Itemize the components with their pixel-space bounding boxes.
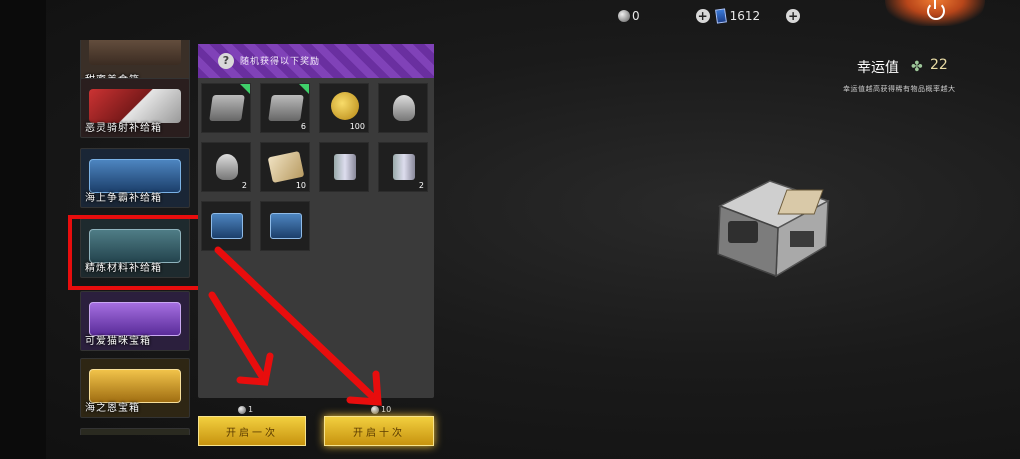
small-crate-gray-icon [209, 95, 245, 121]
clover-icon: ✤ [911, 59, 923, 75]
reward-slot[interactable]: 2 [378, 142, 428, 192]
crate-art [89, 159, 181, 193]
crate-label: 海上争霸补给箱 [85, 193, 162, 204]
coin-icon [371, 405, 379, 414]
reward-slot[interactable] [378, 83, 428, 133]
coin-amount: 0 [632, 9, 640, 23]
small-crate-gray-icon [268, 95, 304, 121]
left-edge [0, 0, 46, 459]
crate-item-cute-cat[interactable]: 可爱猫咪宝箱 [80, 291, 190, 351]
selection-highlight-box [68, 215, 205, 290]
crate-art [89, 89, 181, 123]
eye-tag-icon [216, 154, 238, 180]
add-currency-plus-button[interactable]: + [786, 9, 801, 23]
crate-item-partial[interactable] [80, 428, 190, 435]
reward-panel: ? 随机获得以下奖励 6 100 2 10 2 [198, 44, 434, 398]
reward-slot[interactable] [201, 83, 251, 133]
open-ten-cost: 10 [371, 405, 391, 414]
blue-crate-icon [270, 213, 302, 239]
reward-slot[interactable]: 6 [260, 83, 310, 133]
reward-slot[interactable]: 100 [319, 83, 369, 133]
luck-value: 22 [930, 57, 948, 73]
power-icon[interactable] [927, 0, 945, 20]
crate-item-sea-battle[interactable]: 海上争霸补给箱 [80, 148, 190, 208]
dog-tag-icon [393, 95, 415, 121]
gold-coins-icon [331, 92, 359, 120]
crate-preview [717, 180, 830, 278]
silver-can-icon [393, 154, 415, 180]
crate-label: 海之恩宝箱 [85, 403, 140, 414]
crate-label: 恶灵骑射补给箱 [85, 123, 162, 134]
reward-panel-title: 随机获得以下奖励 [240, 57, 321, 67]
currency-bar: 0 + 1612 + [618, 6, 801, 26]
silver-can-icon [334, 154, 356, 180]
crate-handle [728, 221, 758, 243]
crate-vent [790, 231, 814, 247]
luck-title: 幸运值 [857, 60, 899, 76]
new-flag [299, 84, 309, 94]
new-flag [240, 84, 250, 94]
reward-panel-header: ? 随机获得以下奖励 [198, 44, 434, 78]
help-icon[interactable]: ? [218, 53, 234, 69]
crate-item-evil-spirit[interactable]: 恶灵骑射补给箱 [80, 78, 190, 138]
open-once-cost: 1 [238, 405, 253, 414]
crate-art [89, 302, 181, 336]
crate-label: 可爱猫咪宝箱 [85, 336, 151, 347]
luck-description: 幸运值越高获得稀有物品概率越大 [843, 85, 956, 93]
coin-icon [618, 10, 630, 22]
reward-slot[interactable]: 10 [260, 142, 310, 192]
reward-slot[interactable]: 2 [201, 142, 251, 192]
open-ten-button[interactable]: 开启十次 [324, 416, 434, 446]
ticket-amount: 1612 [729, 9, 761, 23]
crate-art [89, 369, 181, 403]
reward-slot[interactable] [201, 201, 251, 251]
add-ticket-plus-button[interactable]: + [695, 9, 710, 23]
blue-crate-icon [211, 213, 243, 239]
reward-slot[interactable] [319, 142, 369, 192]
open-once-button[interactable]: 开启一次 [198, 416, 306, 446]
crate-art [89, 40, 181, 65]
reward-slot[interactable] [260, 201, 310, 251]
coin-icon [238, 405, 246, 414]
crate-item-sea-grace[interactable]: 海之恩宝箱 [80, 358, 190, 418]
ticket-icon [714, 8, 727, 24]
scroll-ticket-icon [267, 150, 305, 184]
